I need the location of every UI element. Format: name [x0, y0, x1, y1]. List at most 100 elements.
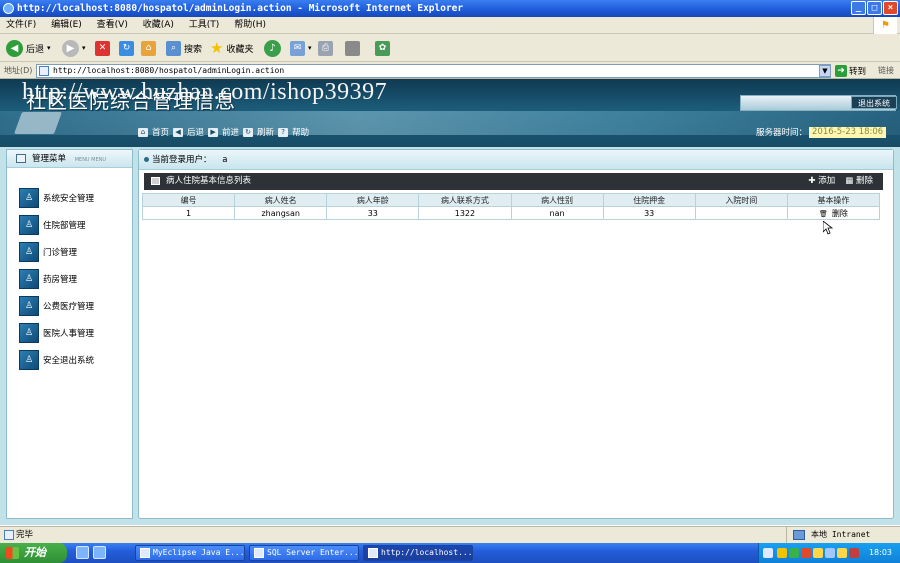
nav-help[interactable]: 帮助 [292, 126, 309, 138]
search-label: 搜索 [184, 44, 203, 55]
menu-favorites[interactable]: 收藏(A) [137, 17, 180, 34]
tray-network-icon[interactable] [777, 548, 787, 558]
back-button[interactable]: ◀ 后退 ▾ [6, 38, 51, 58]
close-button[interactable]: × [883, 1, 898, 15]
delete-all-button[interactable]: ▦ 删除 [845, 173, 873, 190]
col-name: 病人姓名 [234, 193, 328, 207]
row-delete-link[interactable]: 删除 [832, 209, 848, 218]
search-button[interactable]: ⌕ 搜索 [166, 38, 202, 58]
tray-app-icon[interactable] [801, 548, 811, 558]
tray-keyboard-icon[interactable] [763, 548, 773, 558]
logout-button[interactable]: 退出系统 [851, 96, 897, 109]
task-label: http://localhost... [381, 548, 473, 557]
stop-icon: ✕ [95, 40, 110, 56]
window-titlebar: http://localhost:8080/hospatol/adminLogi… [0, 0, 900, 17]
user-admin-icon: ♙ [19, 350, 39, 370]
home-button[interactable]: ⌂ [141, 38, 156, 58]
list-title: 病人住院基本信息列表 [166, 176, 252, 186]
tray-app-icon[interactable] [849, 548, 859, 558]
refresh-button[interactable]: ↻ [119, 38, 134, 58]
quicklaunch-desktop-icon[interactable] [93, 546, 106, 559]
task-myeclipse[interactable]: MyEclipse Java E... [135, 545, 245, 561]
sidebar-item-label: 医院人事管理 [43, 329, 95, 339]
add-label: 添加 [818, 176, 836, 186]
user-admin-icon: ♙ [19, 188, 39, 208]
tray-app-icon[interactable] [825, 548, 835, 558]
sidebar-item-inpatient[interactable]: ♙ 住院部管理 [19, 214, 86, 236]
sidebar-header: 管理菜单 MENU MENU [7, 150, 132, 168]
menubar: 文件(F) 编辑(E) 查看(V) 收藏(A) 工具(T) 帮助(H) [0, 17, 900, 34]
nav-home[interactable]: 首页 [152, 126, 169, 138]
go-button[interactable]: ➜ 转到 [835, 63, 866, 78]
nav-back[interactable]: 后退 [187, 126, 204, 138]
sidebar-item-logout[interactable]: ♙ 安全退出系统 [19, 349, 94, 371]
sidebar-item-public-medical[interactable]: ♙ 公费医疗管理 [19, 295, 94, 317]
tray-app-icon[interactable] [789, 548, 799, 558]
minimize-button[interactable]: _ [851, 1, 866, 15]
menu-icon [16, 154, 26, 163]
page-icon [4, 530, 14, 540]
current-user-value: a [222, 155, 228, 165]
go-label: 转到 [849, 66, 867, 77]
start-label: 开始 [24, 546, 46, 559]
clock: 18:03 [868, 548, 892, 557]
page-icon [39, 66, 49, 76]
server-time: 服务器时间： 2016-5-23 18:06 [756, 126, 887, 138]
tray-app-icon[interactable] [813, 548, 823, 558]
cell-age: 33 [326, 206, 420, 220]
cell-gender: nan [510, 206, 604, 220]
star-icon: ★ [210, 39, 224, 57]
favorites-button[interactable]: ★ 收藏夹 [210, 38, 253, 58]
address-input[interactable]: http://localhost:8080/hospatol/adminLogi… [36, 64, 831, 78]
menu-file[interactable]: 文件(F) [0, 17, 42, 34]
menu-edit[interactable]: 编辑(E) [45, 17, 88, 34]
nav-refresh[interactable]: 刷新 [257, 126, 274, 138]
browser-toolbar: ◀ 后退 ▾ ▶ ▾ ✕ ↻ ⌂ ⌕ 搜索 ★ 收藏夹 ♪ ✉ ▾ ⎙ ✿ [0, 34, 900, 62]
nav-forward[interactable]: 前进 [222, 126, 239, 138]
menu-view[interactable]: 查看(V) [91, 17, 134, 34]
sidebar-item-label: 公费医疗管理 [43, 302, 95, 312]
watermark-text: http://www.huzhan.com/ishop39397 [22, 79, 388, 105]
app-header: 社区医院综合管理信息 http://www.huzhan.com/ishop39… [0, 79, 900, 147]
stop-button[interactable]: ✕ [95, 38, 110, 58]
list-title-bar: 病人住院基本信息列表 ✚ 添加 ▦ 删除 [144, 173, 883, 190]
col-gender: 病人性别 [510, 193, 604, 207]
col-age: 病人年龄 [326, 193, 420, 207]
quicklaunch-ie-icon[interactable] [76, 546, 89, 559]
address-dropdown-button[interactable]: ▼ [819, 65, 831, 77]
maximize-button[interactable]: □ [867, 1, 882, 15]
cell-deposit: 33 [602, 206, 696, 220]
cell-id: 1 [141, 206, 236, 220]
home-icon: ⌂ [141, 40, 156, 56]
add-button[interactable]: ✚ 添加 [808, 173, 835, 190]
table-row: 1 zhangsan 33 1322 nan 33 🗑 删除 [141, 206, 881, 220]
cell-actions: 🗑 删除 [786, 206, 881, 220]
forward-icon: ▶ [208, 127, 219, 137]
sidebar-item-pharmacy[interactable]: ♙ 药房管理 [19, 268, 77, 290]
print-button[interactable]: ⎙ [318, 38, 333, 58]
sidebar-item-security[interactable]: ♙ 系统安全管理 [19, 187, 94, 209]
forward-button[interactable]: ▶ ▾ [62, 38, 86, 58]
col-admit-time: 入院时间 [694, 193, 788, 207]
chevron-down-icon: ▾ [308, 44, 312, 52]
tray-app-icon[interactable] [837, 548, 847, 558]
edit-button[interactable] [345, 38, 360, 58]
media-button[interactable]: ♪ [264, 38, 281, 58]
sidebar-item-personnel[interactable]: ♙ 医院人事管理 [19, 322, 94, 344]
menu-tools[interactable]: 工具(T) [183, 17, 226, 34]
links-label[interactable]: 链接 [878, 62, 894, 79]
messenger-button[interactable]: ✿ [375, 38, 390, 58]
content-frame: 管理菜单 MENU MENU ♙ 系统安全管理 ♙ 住院部管理 ♙ 门诊管理 ♙… [0, 147, 900, 525]
task-ie[interactable]: http://localhost... [363, 545, 473, 561]
start-button[interactable]: 开始 [0, 543, 67, 563]
media-icon: ♪ [264, 39, 281, 57]
mail-button[interactable]: ✉ ▾ [290, 38, 312, 58]
menu-help[interactable]: 帮助(H) [228, 17, 272, 34]
cell-admit-time [694, 206, 788, 220]
windows-logo-icon: ⚑ [873, 17, 897, 34]
sidebar-item-outpatient[interactable]: ♙ 门诊管理 [19, 241, 77, 263]
task-sqlserver[interactable]: SQL Server Enter... [249, 545, 359, 561]
user-admin-icon: ♙ [19, 296, 39, 316]
delete-label: 删除 [855, 176, 873, 186]
chevron-down-icon: ▾ [82, 44, 86, 52]
